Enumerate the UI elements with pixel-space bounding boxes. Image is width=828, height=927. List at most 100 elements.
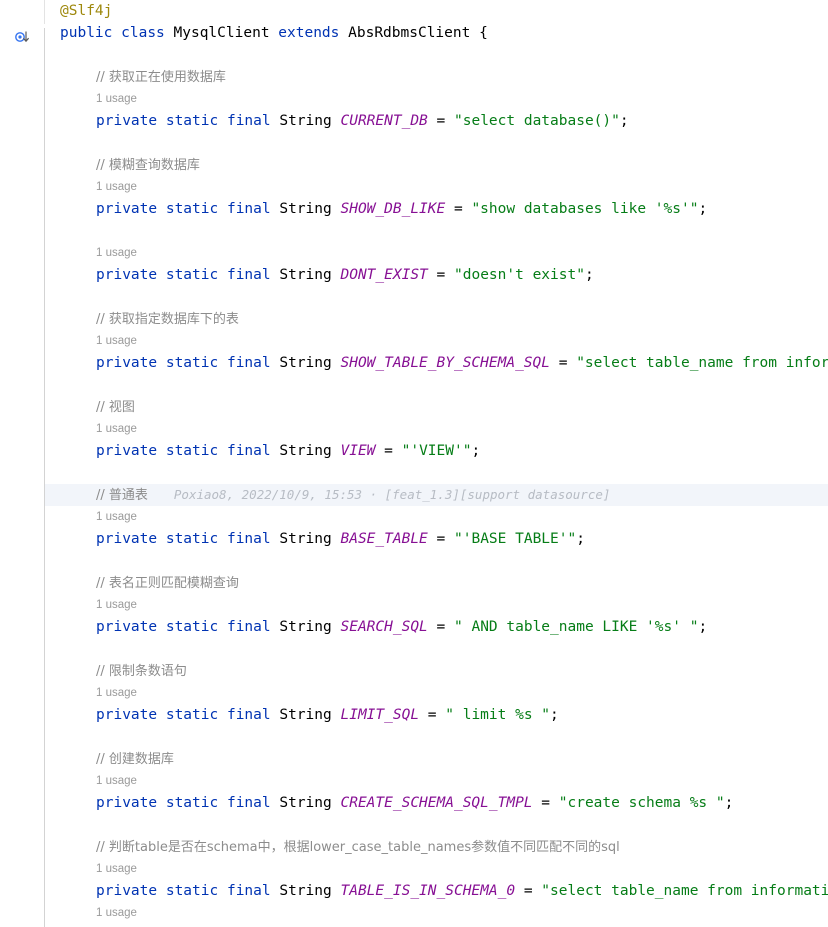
usage-hint[interactable]: 1 usage bbox=[0, 858, 828, 880]
assign-operator: = bbox=[523, 883, 533, 899]
type-string: String bbox=[279, 795, 332, 811]
keyword-final: final bbox=[226, 619, 271, 635]
code-line-field-declaration[interactable]: private static final String CURRENT_DB =… bbox=[0, 110, 828, 132]
code-line-comment[interactable]: // 获取指定数据库下的表 bbox=[0, 308, 828, 330]
usage-hint-label: 1 usage bbox=[96, 511, 137, 523]
keyword-final: final bbox=[226, 201, 271, 217]
keyword-static: static bbox=[165, 355, 219, 371]
type-string: String bbox=[279, 707, 332, 723]
usage-hint[interactable]: 1 usage bbox=[0, 88, 828, 110]
keyword-final: final bbox=[226, 113, 271, 129]
usage-hint-label: 1 usage bbox=[96, 863, 137, 875]
string-literal: "select database()" bbox=[454, 113, 620, 129]
usage-hint-label: 1 usage bbox=[96, 907, 137, 919]
code-line-comment[interactable]: // 获取正在使用数据库 bbox=[0, 66, 828, 88]
string-literal: "show databases like '%s'" bbox=[471, 201, 699, 217]
code-line-field-declaration[interactable]: private static final String CREATE_SCHEM… bbox=[0, 792, 828, 814]
string-literal: "'VIEW'" bbox=[401, 443, 472, 459]
usage-hint-label: 1 usage bbox=[96, 93, 137, 105]
superclass-name: AbsRdbmsClient bbox=[348, 25, 471, 41]
usage-hint-label: 1 usage bbox=[96, 335, 137, 347]
keyword-private: private bbox=[96, 795, 158, 811]
keyword-static: static bbox=[165, 267, 219, 283]
keyword-final: final bbox=[226, 267, 271, 283]
usage-hint[interactable]: 1 usage bbox=[0, 176, 828, 198]
code-line-field-declaration[interactable]: private static final String BASE_TABLE =… bbox=[0, 528, 828, 550]
type-string: String bbox=[279, 113, 332, 129]
usage-hint[interactable]: 1 usage bbox=[0, 682, 828, 704]
code-line-field-declaration[interactable]: private static final String LIMIT_SQL = … bbox=[0, 704, 828, 726]
type-string: String bbox=[279, 201, 332, 217]
git-blame-annotation[interactable]: Poxiao8, 2022/10/9, 15:53 · [feat_1.3][s… bbox=[174, 487, 611, 502]
field-name: SEARCH_SQL bbox=[340, 619, 428, 635]
keyword-private: private bbox=[96, 113, 158, 129]
field-name: SHOW_TABLE_BY_SCHEMA_SQL bbox=[340, 355, 550, 371]
code-line-comment-with-blame[interactable]: // 普通表 Poxiao8, 2022/10/9, 15:53 · [feat_… bbox=[0, 484, 828, 506]
string-literal: "select table_name from information_sche… bbox=[541, 883, 828, 899]
code-line-annotation[interactable]: @Slf4j bbox=[0, 0, 828, 22]
usage-hint-label: 1 usage bbox=[96, 247, 137, 259]
type-string: String bbox=[279, 443, 332, 459]
assign-operator: = bbox=[436, 531, 446, 547]
usage-hint[interactable]: 1 usage bbox=[0, 330, 828, 352]
usage-hint-label: 1 usage bbox=[96, 775, 137, 787]
semicolon: ; bbox=[698, 619, 708, 635]
code-lines-container[interactable]: @Slf4j public class MysqlClient extends … bbox=[0, 0, 828, 927]
semicolon: ; bbox=[724, 795, 734, 811]
keyword-public: public bbox=[60, 25, 113, 41]
string-literal: " AND table_name LIKE '%s' " bbox=[454, 619, 699, 635]
code-line-comment[interactable]: // 创建数据库 bbox=[0, 748, 828, 770]
string-literal: "create schema %s " bbox=[558, 795, 725, 811]
code-line-comment[interactable]: // 视图 bbox=[0, 396, 828, 418]
type-string: String bbox=[279, 355, 332, 371]
usage-hint[interactable]: 1 usage bbox=[0, 506, 828, 528]
code-line-class-declaration[interactable]: public class MysqlClient extends AbsRdbm… bbox=[0, 22, 828, 44]
usage-hint[interactable]: 1 usage bbox=[0, 770, 828, 792]
string-literal: "doesn't exist" bbox=[454, 267, 585, 283]
code-line-field-declaration[interactable]: private static final String TABLE_IS_IN_… bbox=[0, 880, 828, 902]
keyword-private: private bbox=[96, 619, 158, 635]
code-line-comment[interactable]: // 判断table是否在schema中，根据lower_case_table_… bbox=[0, 836, 828, 858]
code-line-comment[interactable]: // 模糊查询数据库 bbox=[0, 154, 828, 176]
field-name: CREATE_SCHEMA_SQL_TMPL bbox=[340, 795, 533, 811]
keyword-static: static bbox=[165, 883, 219, 899]
usage-hint-label: 1 usage bbox=[96, 687, 137, 699]
usage-hint-label: 1 usage bbox=[96, 423, 137, 435]
code-line-field-declaration[interactable]: private static final String DONT_EXIST =… bbox=[0, 264, 828, 286]
keyword-private: private bbox=[96, 531, 158, 547]
code-line-comment[interactable]: // 限制条数语句 bbox=[0, 660, 828, 682]
editor-gutter[interactable] bbox=[0, 0, 44, 927]
field-name: LIMIT_SQL bbox=[340, 707, 420, 723]
keyword-final: final bbox=[226, 531, 271, 547]
usage-hint[interactable]: 1 usage bbox=[0, 242, 828, 264]
usage-hint-label: 1 usage bbox=[96, 599, 137, 611]
code-line-field-declaration[interactable]: private static final String SHOW_DB_LIKE… bbox=[0, 198, 828, 220]
class-body-fold-guide[interactable] bbox=[44, 28, 45, 927]
semicolon: ; bbox=[619, 113, 629, 129]
type-string: String bbox=[279, 619, 332, 635]
comment-text: // 表名正则匹配模糊查询 bbox=[96, 576, 239, 591]
code-line-field-declaration[interactable]: private static final String SEARCH_SQL =… bbox=[0, 616, 828, 638]
comment-text: // 视图 bbox=[96, 400, 135, 415]
comment-text: // 获取指定数据库下的表 bbox=[96, 312, 239, 327]
field-name: TABLE_IS_IN_SCHEMA_0 bbox=[340, 883, 516, 899]
keyword-final: final bbox=[226, 883, 271, 899]
implementing-method-icon[interactable] bbox=[14, 28, 32, 46]
code-line-field-declaration[interactable]: private static final String SHOW_TABLE_B… bbox=[0, 352, 828, 374]
assign-operator: = bbox=[436, 267, 446, 283]
code-line-comment[interactable]: // 表名正则匹配模糊查询 bbox=[0, 572, 828, 594]
assign-operator: = bbox=[436, 113, 446, 129]
comment-text: // 普通表 bbox=[96, 488, 148, 503]
comment-text: // 判断table是否在schema中，根据lower_case_table_… bbox=[96, 840, 620, 855]
usage-hint[interactable]: 1 usage bbox=[0, 418, 828, 440]
semicolon: ; bbox=[576, 531, 585, 547]
keyword-private: private bbox=[96, 883, 158, 899]
code-line-field-declaration[interactable]: private static final String VIEW = "'VIE… bbox=[0, 440, 828, 462]
code-editor[interactable]: @Slf4j public class MysqlClient extends … bbox=[0, 0, 828, 927]
type-string: String bbox=[279, 267, 332, 283]
usage-hint[interactable]: 1 usage bbox=[0, 594, 828, 616]
usage-hint[interactable]: 1 usage bbox=[0, 902, 828, 924]
